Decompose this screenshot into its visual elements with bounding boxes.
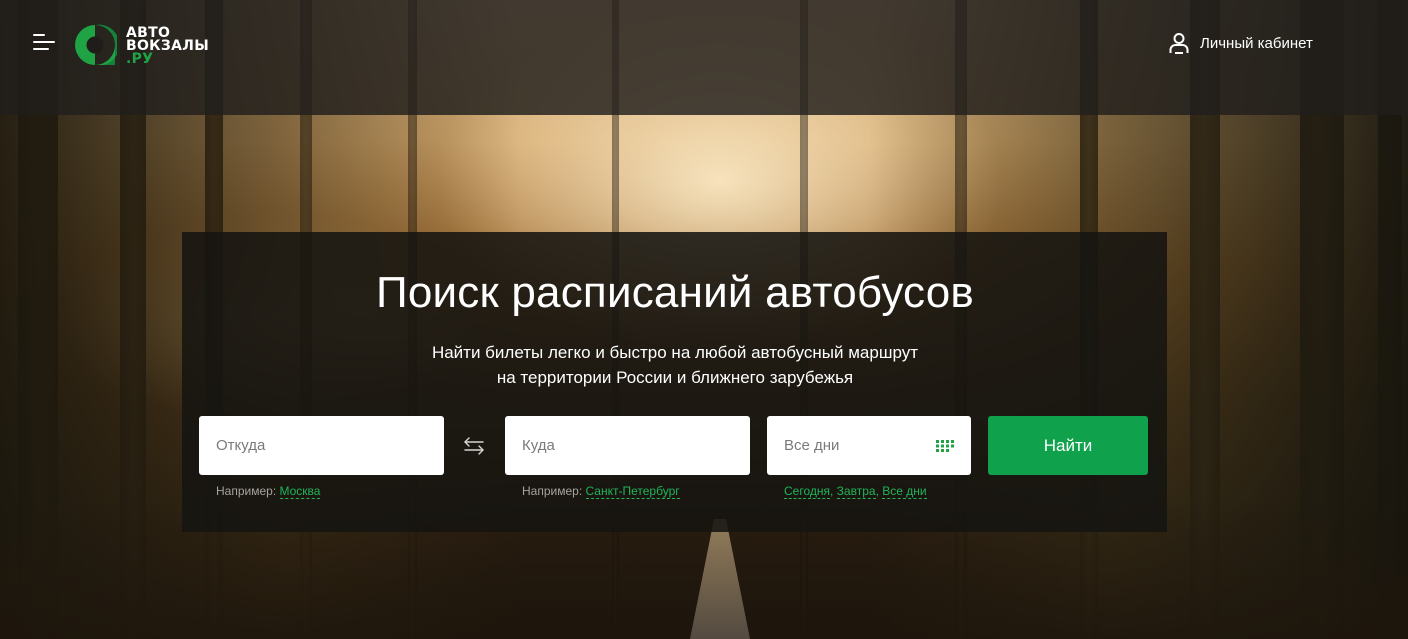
- date-value: Все дни: [784, 437, 840, 454]
- account-label: Личный кабинет: [1200, 34, 1313, 52]
- from-example-link[interactable]: Москва: [279, 484, 321, 499]
- hamburger-menu-icon[interactable]: [33, 34, 55, 50]
- from-hint-prefix: Например:: [216, 484, 277, 498]
- search-button[interactable]: Найти: [988, 416, 1148, 475]
- logo-line-3: .РУ: [126, 51, 154, 67]
- to-input[interactable]: [522, 437, 733, 454]
- to-field: [505, 416, 750, 475]
- page-title: Поиск расписаний автобусов: [376, 268, 974, 317]
- site-logo[interactable]: АВТО ВОКЗАЛЫ .РУ: [73, 23, 209, 67]
- subtitle-line-2: на территории России и ближнего зарубежь…: [496, 368, 854, 387]
- logo-mark-icon: [75, 24, 117, 65]
- date-all-days-link[interactable]: Все дни: [882, 484, 927, 499]
- to-hint-prefix: Например:: [522, 484, 583, 498]
- swap-arrows-icon[interactable]: [462, 435, 486, 457]
- to-example-link[interactable]: Санкт-Петербург: [585, 484, 680, 499]
- from-hint: Например: Москва: [216, 484, 321, 499]
- subtitle-line-1: Найти билеты легко и быстро на любой авт…: [431, 343, 919, 362]
- date-tomorrow-link[interactable]: Завтра: [836, 484, 876, 499]
- calendar-icon[interactable]: [936, 439, 954, 452]
- account-link[interactable]: Личный кабинет: [1168, 32, 1313, 54]
- user-icon: [1169, 33, 1189, 54]
- to-hint: Например: Санкт-Петербург: [522, 484, 680, 499]
- page-subtitle: Найти билеты легко и быстро на любой авт…: [0, 340, 1350, 390]
- date-quick-links: Сегодня, Завтра, Все дни: [784, 484, 927, 499]
- site-header: АВТО ВОКЗАЛЫ .РУ Личный кабинет: [0, 0, 1408, 115]
- from-input[interactable]: [216, 437, 427, 454]
- from-field: [199, 416, 444, 475]
- logo-text: АВТО ВОКЗАЛЫ .РУ: [126, 26, 209, 67]
- date-today-link[interactable]: Сегодня: [784, 484, 830, 499]
- date-picker-field[interactable]: Все дни: [767, 416, 971, 475]
